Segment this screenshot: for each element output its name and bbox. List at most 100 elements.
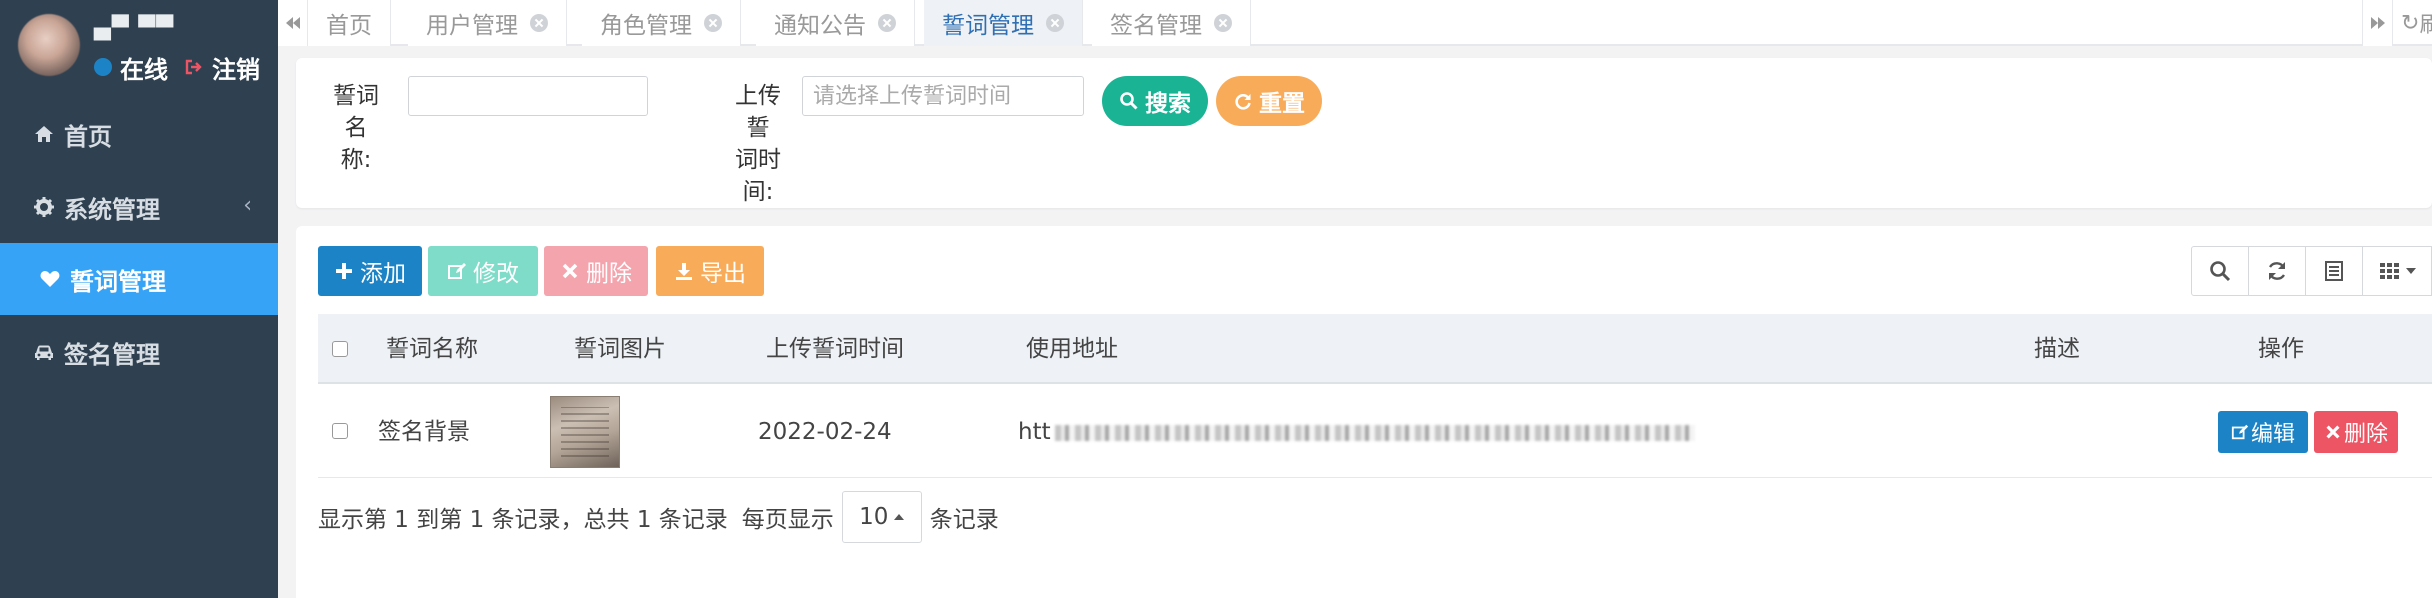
label-line: 间: — [742, 179, 774, 205]
upload-time-input[interactable] — [802, 76, 1084, 116]
remove-icon — [562, 263, 578, 279]
row-delete-button[interactable]: 删除 — [2314, 411, 2398, 453]
edit-icon — [448, 263, 466, 279]
redacted-url — [1054, 424, 1695, 441]
tab-label: 通知公告 — [774, 13, 866, 39]
column-header[interactable]: 誓词图片 — [574, 314, 666, 384]
column-header[interactable]: 上传誓词时间 — [766, 314, 904, 384]
column-header[interactable]: 描述 — [2034, 314, 2080, 384]
table-refresh-button[interactable] — [2248, 246, 2306, 296]
tab-label: 角色管理 — [600, 13, 692, 39]
name-filter-label: 誓词名 称: — [324, 80, 388, 176]
sidebar-item-system[interactable]: 系统管理 ‹ — [0, 171, 278, 243]
logout-link[interactable]: 注销 — [212, 50, 260, 85]
oath-image-thumbnail[interactable] — [550, 396, 620, 468]
label-line: 词时 — [735, 147, 781, 173]
column-header[interactable]: 誓词名称 — [386, 314, 478, 384]
avatar[interactable] — [18, 14, 80, 76]
table-row: 签名背景 2022-02-24 htt 编辑 删除 — [318, 386, 2432, 478]
tab-home[interactable]: 首页 — [308, 0, 391, 46]
table-search-toggle-button[interactable] — [2191, 246, 2249, 296]
table-panel: 添加 修改 删除 导出 誓词名称 誓词图片 上传誓词时间 使用地址 描述 操作 … — [296, 226, 2432, 598]
backward-icon — [285, 17, 300, 29]
tab-notice[interactable]: 通知公告 — [756, 0, 915, 46]
sidebar-item-label: 誓词管理 — [70, 267, 166, 296]
export-button-label: 导出 — [700, 261, 746, 287]
label-line: 上传誓 — [735, 83, 781, 141]
refresh-icon — [2268, 262, 2286, 280]
tab-scroll-left-button[interactable] — [278, 0, 308, 46]
edit-button[interactable]: 修改 — [428, 246, 538, 296]
refresh-tab-button[interactable]: ↻刷新 — [2392, 0, 2432, 46]
list-icon — [2325, 261, 2343, 281]
tabs-right-controls: ↻刷新 — [2362, 0, 2432, 46]
car-icon — [32, 340, 56, 364]
sidebar-item-oath[interactable]: 誓词管理 — [0, 243, 278, 315]
reset-button-label: 重置 — [1259, 91, 1305, 117]
search-icon — [1120, 92, 1138, 110]
row-edit-label: 编辑 — [2250, 422, 2295, 447]
add-button[interactable]: 添加 — [318, 246, 422, 296]
add-button-label: 添加 — [360, 261, 406, 287]
tab-label: 誓词管理 — [942, 13, 1034, 39]
reset-button[interactable]: 重置 — [1216, 76, 1322, 126]
tab-label: 签名管理 — [1110, 13, 1202, 39]
close-icon[interactable] — [704, 14, 722, 32]
forward-icon — [2370, 17, 2385, 29]
tab-scroll-right-button[interactable] — [2362, 0, 2392, 46]
tab-user-management[interactable]: 用户管理 — [408, 0, 567, 46]
oath-name-input[interactable] — [408, 76, 648, 116]
pagination-summary: 显示第 1 到第 1 条记录，总共 1 条记录 — [318, 507, 728, 533]
close-icon[interactable] — [1214, 14, 1232, 32]
row-edit-button[interactable]: 编辑 — [2218, 411, 2308, 453]
sidebar-item-label: 签名管理 — [64, 340, 160, 369]
plus-icon — [336, 263, 352, 279]
search-button[interactable]: 搜索 — [1102, 76, 1208, 126]
user-profile: ▄▀ ▀▀ 在线 注销 — [0, 0, 278, 92]
tab-signature-management[interactable]: 签名管理 — [1092, 0, 1251, 46]
edit-button-label: 修改 — [473, 261, 519, 287]
search-icon — [2210, 261, 2231, 282]
upload-date-cell: 2022-02-24 — [758, 419, 892, 445]
grid-icon — [2380, 263, 2399, 279]
table-header: 誓词名称 誓词图片 上传誓词时间 使用地址 描述 操作 — [318, 314, 2432, 384]
table-toggle-view-button[interactable] — [2305, 246, 2363, 296]
pagination-info: 显示第 1 到第 1 条记录，总共 1 条记录 每页显示 10 条记录 — [318, 490, 999, 544]
close-icon[interactable] — [1046, 14, 1064, 32]
sidebar: ▄▀ ▀▀ 在线 注销 首页 系统管理 ‹ 誓词管理 签名管理 — [0, 0, 278, 598]
delete-button-label: 删除 — [586, 261, 632, 287]
edit-icon — [2231, 424, 2249, 440]
delete-button[interactable]: 删除 — [544, 246, 648, 296]
close-icon[interactable] — [878, 14, 896, 32]
table-columns-button[interactable] — [2362, 246, 2432, 296]
sidebar-item-signature[interactable]: 签名管理 — [0, 316, 278, 388]
tab-label: 用户管理 — [426, 13, 518, 39]
close-icon[interactable] — [530, 14, 548, 32]
label-line: 誓词名 — [333, 83, 379, 141]
tab-oath-management[interactable]: 誓词管理 — [924, 0, 1083, 46]
table-tools — [2191, 246, 2432, 296]
select-all-checkbox[interactable] — [332, 341, 348, 357]
home-icon — [32, 122, 56, 146]
refresh-icon: ↻ — [2401, 10, 2420, 36]
user-name: ▄▀ ▀▀ — [94, 16, 175, 41]
oath-name-cell: 签名背景 — [378, 419, 470, 445]
tabs-bar: 首页 用户管理 角色管理 通知公告 誓词管理 签名管理 ↻刷新 — [278, 0, 2432, 46]
tab-role-management[interactable]: 角色管理 — [582, 0, 741, 46]
export-button[interactable]: 导出 — [656, 246, 764, 296]
chevron-left-icon: ‹ — [243, 193, 252, 218]
page-size-select[interactable]: 10 — [841, 491, 922, 543]
sidebar-item-label: 首页 — [64, 122, 112, 151]
sidebar-item-home[interactable]: 首页 — [0, 98, 278, 170]
upload-time-filter-label: 上传誓 词时 间: — [726, 80, 790, 208]
column-header[interactable]: 使用地址 — [1026, 314, 1118, 384]
online-status-text: 在线 — [120, 55, 168, 84]
sidebar-item-label: 系统管理 — [64, 195, 160, 224]
sign-out-icon[interactable] — [184, 57, 204, 77]
caret-up-icon — [894, 514, 905, 520]
refresh-label: 刷新 — [2419, 7, 2432, 39]
row-checkbox[interactable] — [332, 423, 348, 439]
url-prefix: htt — [1018, 419, 1051, 445]
gear-icon — [32, 195, 56, 219]
page-size-value: 10 — [859, 504, 889, 530]
